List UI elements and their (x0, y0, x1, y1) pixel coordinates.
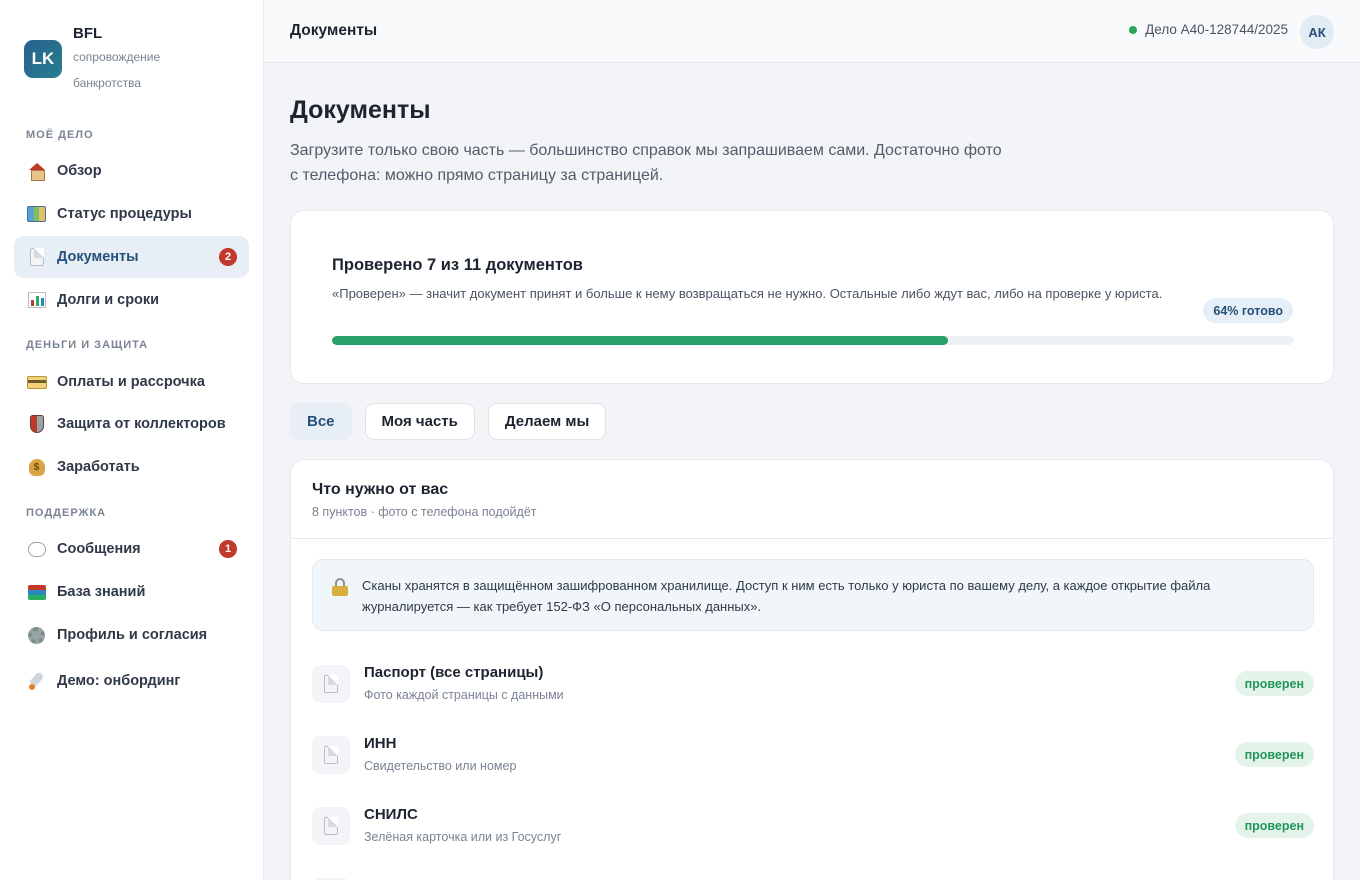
document-description: Свидетельство или номер (364, 759, 517, 773)
status-badge: проверен (1234, 671, 1314, 696)
avatar[interactable]: АК (1300, 15, 1334, 49)
documents-subtitle: 8 пунктов · фото с телефона подойдёт (312, 505, 537, 519)
document-description: Зелёная карточка или из Госуслуг (364, 830, 562, 844)
page-subtitle: Загрузите только свою часть — большинств… (290, 142, 1002, 184)
notification-badge: 1 (219, 540, 237, 558)
bar-chart-icon (26, 290, 47, 311)
sidebar-item-profile[interactable]: Профиль и согласия (14, 614, 249, 656)
sidebar-item-procedure-status[interactable]: Статус процедуры (14, 193, 249, 235)
status-badge: проверен (1234, 742, 1314, 767)
progress-description: «Проверен» — значит документ принят и бо… (332, 286, 1163, 301)
progress-card: Проверено 7 из 11 документов «Проверен» … (290, 210, 1334, 384)
sidebar-item-label: Долги и сроки (57, 292, 160, 308)
topbar: Документы Дело А40-128744/2025 АК (264, 0, 1360, 63)
nav-section-money: ДЕНЬГИ И ЗАЩИТА (26, 339, 149, 351)
shield-icon (26, 414, 47, 435)
document-name: Паспорт (все страницы) (364, 664, 544, 681)
list-item[interactable]: ИНН Свидетельство или номер проверен (312, 735, 1314, 775)
sidebar-item-overview[interactable]: Обзор (14, 150, 249, 192)
documents-card: Что нужно от вас 8 пунктов · фото с теле… (290, 459, 1334, 880)
documents-card-header: Что нужно от вас 8 пунктов · фото с теле… (291, 460, 1333, 539)
money-bag-icon: $ (26, 457, 47, 478)
topbar-title: Документы (290, 22, 378, 39)
documents-title: Что нужно от вас (312, 481, 449, 498)
progress-percent-badge: 64% готово (1203, 298, 1293, 323)
sidebar-item-label: База знаний (57, 584, 146, 600)
nav-section-support: ПОДДЕРЖКА (26, 507, 107, 519)
speech-bubble-icon (26, 539, 47, 560)
credit-card-icon (26, 372, 47, 393)
document-icon (312, 807, 350, 845)
sidebar-item-label: Сообщения (57, 541, 141, 557)
status-badge: проверен (1234, 813, 1314, 838)
document-name: СНИЛС (364, 806, 418, 823)
map-icon (26, 204, 47, 225)
page-title: Документы (290, 96, 431, 124)
document-description: Фото каждой страницы с данными (364, 688, 564, 702)
filter-all[interactable]: Все (290, 403, 352, 440)
filter-my-part[interactable]: Моя часть (364, 403, 475, 440)
sidebar-item-payments[interactable]: Оплаты и рассрочка (14, 361, 249, 403)
notification-badge: 2 (219, 248, 237, 266)
sidebar: LK BFL сопровождение банкротства МОЁ ДЕЛ… (0, 0, 264, 880)
progress-bar (332, 336, 1294, 345)
lock-icon (332, 578, 348, 596)
document-icon (312, 736, 350, 774)
nav-section-my-case: МОЁ ДЕЛО (26, 129, 94, 141)
brand[interactable]: LK BFL сопровождение банкротства (24, 24, 193, 96)
progress-title: Проверено 7 из 11 документов (332, 256, 583, 274)
filter-we-do[interactable]: Делаем мы (487, 403, 607, 440)
rocket-icon (26, 671, 47, 692)
sidebar-item-documents[interactable]: Документы 2 (14, 236, 249, 278)
brand-logo: LK (24, 40, 62, 78)
sidebar-item-label: Заработать (57, 459, 140, 475)
books-icon (26, 582, 47, 603)
sidebar-item-label: Оплаты и рассрочка (57, 374, 205, 390)
list-item[interactable]: Паспорт (все страницы) Фото каждой стран… (312, 664, 1314, 704)
security-notice-text: Сканы хранятся в защищённом зашифрованно… (362, 578, 1211, 614)
sidebar-item-label: Обзор (57, 163, 102, 179)
sidebar-item-knowledge-base[interactable]: База знаний (14, 571, 249, 613)
sidebar-item-earn[interactable]: $ Заработать (14, 446, 249, 488)
document-icon (312, 665, 350, 703)
document-icon (26, 247, 47, 268)
progress-bar-fill (332, 336, 948, 345)
sidebar-item-label: Демо: онбординг (57, 673, 181, 689)
sidebar-item-messages[interactable]: Сообщения 1 (14, 528, 249, 570)
gear-icon (26, 625, 47, 646)
brand-name: BFL (73, 25, 103, 42)
list-item[interactable]: СНИЛС Зелёная карточка или из Госуслуг п… (312, 806, 1314, 846)
sidebar-item-label: Защита от коллекторов (57, 416, 226, 432)
brand-subtitle: сопровождение банкротства (73, 50, 161, 90)
house-icon (26, 161, 47, 182)
security-notice: Сканы хранятся в защищённом зашифрованно… (312, 559, 1314, 631)
status-dot-icon (1129, 25, 1138, 34)
filter-tabs: Все Моя часть Делаем мы (290, 403, 619, 440)
sidebar-item-label: Статус процедуры (57, 206, 192, 222)
case-indicator[interactable]: Дело А40-128744/2025 (1129, 22, 1288, 37)
sidebar-item-label: Документы (57, 249, 139, 265)
case-number: Дело А40-128744/2025 (1145, 22, 1288, 37)
sidebar-item-demo-onboarding[interactable]: Демо: онбординг (14, 660, 249, 702)
document-name: ИНН (364, 735, 397, 752)
sidebar-item-collectors[interactable]: Защита от коллекторов (14, 403, 249, 445)
sidebar-item-debts[interactable]: Долги и сроки (14, 279, 249, 321)
sidebar-item-label: Профиль и согласия (57, 627, 208, 643)
